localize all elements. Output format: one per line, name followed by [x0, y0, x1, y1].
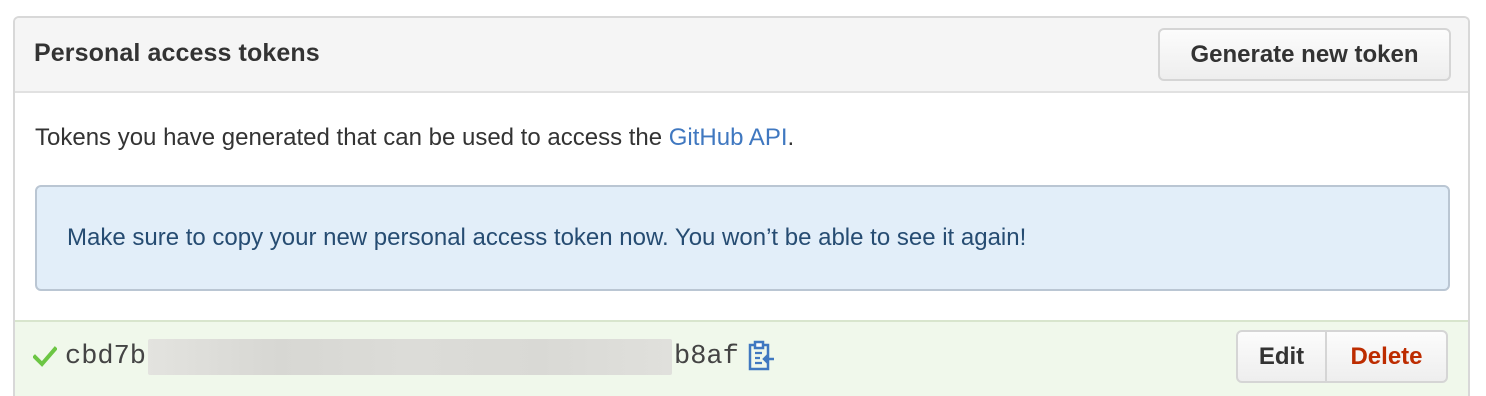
intro-text: Tokens you have generated that can be us… [35, 124, 794, 152]
token-suffix: b8af [674, 342, 739, 372]
flash-message: Make sure to copy your new personal acce… [67, 224, 1027, 251]
intro-text-after-link: . [787, 124, 795, 151]
intro-text-before-link: Tokens you have generated that can be us… [35, 124, 669, 151]
token-value: cbd7b b8af [65, 339, 739, 375]
github-api-link[interactable]: GitHub API [669, 124, 788, 151]
panel-header: Personal access tokens Generate new toke… [15, 18, 1468, 93]
flash-notice: Make sure to copy your new personal acce… [35, 185, 1450, 291]
token-row: cbd7b b8af Edit Delete [15, 320, 1468, 396]
personal-access-tokens-panel: Personal access tokens Generate new toke… [13, 16, 1470, 396]
check-icon [33, 346, 57, 367]
panel-title: Personal access tokens [34, 39, 320, 67]
edit-button[interactable]: Edit [1238, 332, 1327, 381]
token-actions: Edit Delete [1236, 330, 1448, 383]
token-prefix: cbd7b [65, 342, 147, 372]
generate-new-token-button[interactable]: Generate new token [1158, 28, 1451, 81]
clipboard-icon[interactable] [747, 340, 775, 372]
token-redacted-mask [148, 339, 673, 375]
delete-button[interactable]: Delete [1327, 332, 1446, 381]
